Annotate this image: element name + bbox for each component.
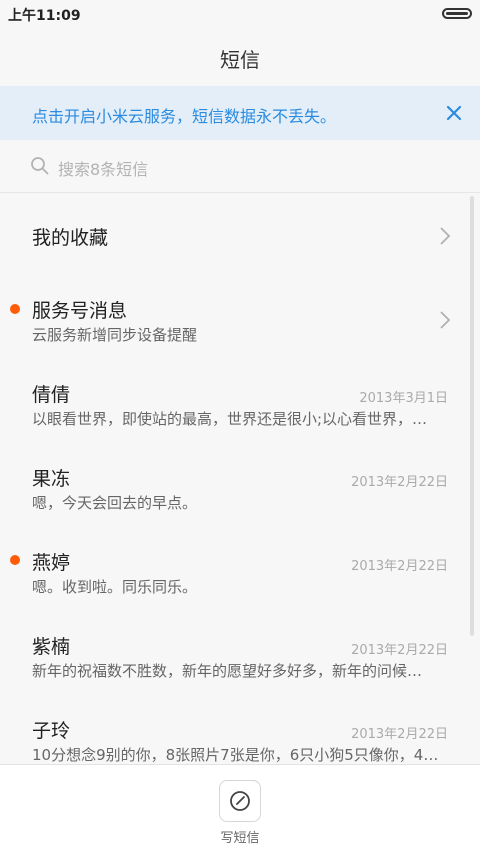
conversation-name: 子玲 [32, 720, 71, 742]
service-messages-item[interactable]: 服务号消息 云服务新增同步设备提醒 [0, 276, 480, 360]
conversation-item[interactable]: 子玲 2013年2月22日 10分想念9别的你，8张照片7张是你，6只小狗5只像… [0, 696, 480, 764]
conversation-preview: 10分想念9别的你，8张照片7张是你，6只小狗5只像你，4… [32, 746, 439, 764]
conversation-date: 2013年3月1日 [359, 391, 448, 406]
title-bar: 短信 [0, 28, 480, 86]
cloud-service-banner[interactable]: 点击开启小米云服务，短信数据永不丢失。 [0, 86, 480, 140]
close-icon[interactable] [442, 101, 466, 125]
compose-label[interactable]: 写短信 [0, 827, 480, 846]
conversation-name: 服务号消息 [32, 300, 128, 322]
page-title: 短信 [220, 48, 260, 72]
chevron-right-icon [440, 227, 451, 245]
conversation-name: 倩倩 [32, 384, 71, 406]
conversation-preview: 以眼看世界，即使站的最高，世界还是很小;以心看世界，… [32, 410, 428, 428]
conversation-item[interactable]: 果冻 2013年2月22日 嗯，今天会回去的早点。 [0, 444, 480, 528]
search-input[interactable]: 搜索8条短信 [58, 156, 148, 180]
conversation-preview: 云服务新增同步设备提醒 [32, 326, 198, 344]
status-time: 上午11:09 [8, 8, 81, 24]
conversation-name: 紫楠 [32, 636, 71, 658]
conversation-date: 2013年2月22日 [351, 727, 448, 742]
conversation-name: 燕婷 [32, 552, 71, 574]
conversation-date: 2013年2月22日 [351, 475, 448, 490]
conversation-item[interactable]: 燕婷 2013年2月22日 嗯。收到啦。同乐同乐。 [0, 528, 480, 612]
conversation-name: 我的收藏 [32, 227, 109, 249]
conversation-item[interactable]: 紫楠 2013年2月22日 新年的祝福数不胜数，新年的愿望好多好多，新年的问候… [0, 612, 480, 696]
scrollbar[interactable] [470, 196, 474, 636]
chevron-right-icon [440, 311, 451, 329]
conversation-name: 果冻 [32, 468, 71, 490]
unread-dot [10, 304, 20, 314]
conversation-item[interactable]: 倩倩 2013年3月1日 以眼看世界，即使站的最高，世界还是很小;以心看世界，… [0, 360, 480, 444]
search-icon [31, 157, 49, 175]
banner-text[interactable]: 点击开启小米云服务，短信数据永不丢失。 [32, 103, 336, 127]
conversation-preview: 嗯。收到啦。同乐同乐。 [32, 578, 198, 596]
conversation-date: 2013年2月22日 [351, 559, 448, 574]
conversation-preview: 嗯，今天会回去的早点。 [32, 494, 198, 512]
bottom-bar: 写短信 [0, 764, 480, 854]
compose-icon [230, 791, 250, 811]
status-bar: 上午11:09 [0, 0, 480, 28]
compose-button[interactable] [219, 780, 261, 822]
search-bar[interactable]: 搜索8条短信 [0, 140, 480, 193]
battery-icon [442, 8, 472, 19]
conversation-preview: 新年的祝福数不胜数，新年的愿望好多好多，新年的问候… [32, 662, 423, 680]
conversation-date: 2013年2月22日 [351, 643, 448, 658]
unread-dot [10, 555, 20, 565]
favorites-item[interactable]: 我的收藏 [0, 196, 480, 276]
